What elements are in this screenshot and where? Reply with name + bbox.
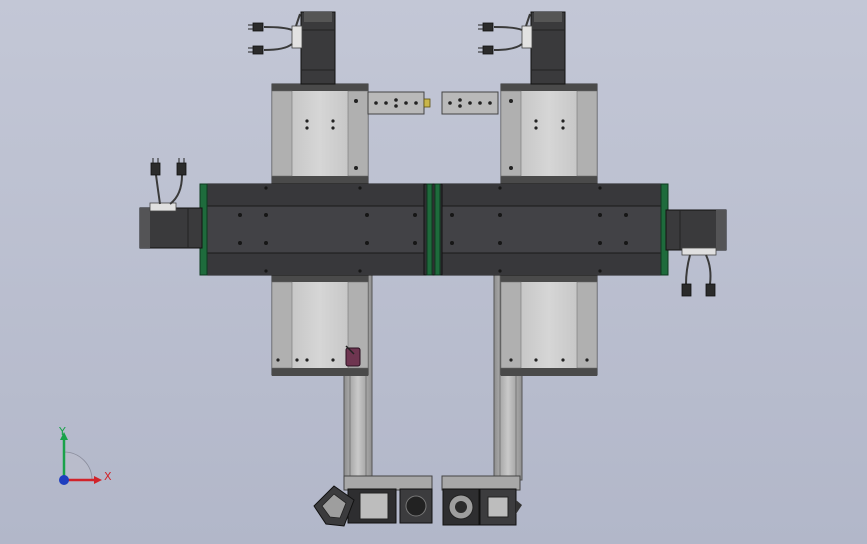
- triad-y-label: Y: [58, 425, 66, 438]
- sensor-bracket: [345, 345, 361, 367]
- right-mounting-plate: [441, 91, 499, 115]
- horizontal-beam: [203, 183, 665, 276]
- left-side-motor: [139, 202, 203, 249]
- left-mounting-plate: [367, 91, 431, 115]
- left-carriage-upper: [271, 83, 369, 185]
- left-side-cable-connector-icon: [150, 158, 187, 205]
- right-bottom-gearbox: [441, 475, 522, 526]
- axis-triad-icon: Y X: [58, 425, 112, 485]
- right-carriage-upper: [500, 83, 598, 185]
- right-carriage-lower: [500, 274, 598, 376]
- triad-x-label: X: [104, 470, 112, 483]
- left-top-motor: [291, 11, 336, 85]
- cad-viewport[interactable]: Y X: [0, 0, 867, 544]
- right-side-cable-connector-icon: [681, 254, 716, 297]
- right-side-motor: [665, 209, 727, 256]
- left-bottom-gearbox: [313, 475, 433, 527]
- right-top-motor: [521, 11, 566, 85]
